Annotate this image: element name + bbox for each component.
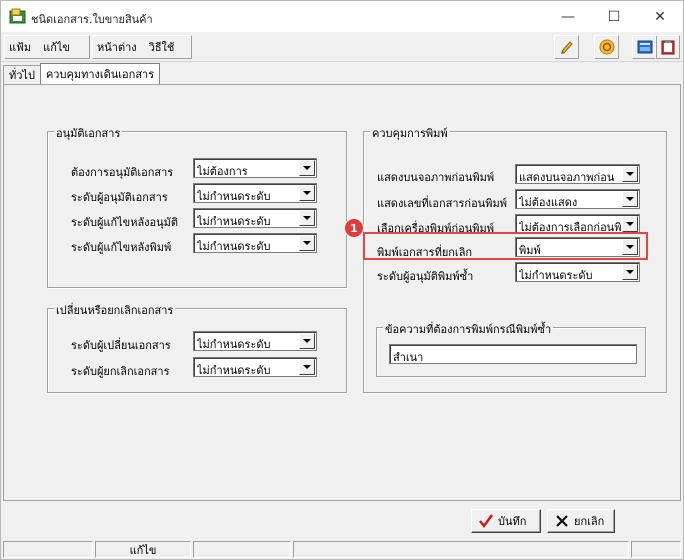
calculator-button[interactable] — [632, 35, 657, 59]
approval-required-select[interactable]: ไม่ต้องการ — [193, 158, 317, 178]
chevron-down-icon[interactable] — [299, 235, 315, 251]
close-button[interactable]: ✕ — [637, 1, 683, 32]
menu-file[interactable]: แฟ้ม — [5, 38, 37, 56]
reprint-text-input[interactable]: สำเนา — [389, 344, 637, 364]
calculator-icon — [637, 40, 652, 54]
reprint-approver-label: ระดับผู้อนุมัติพิมพ์ซ้ำ — [377, 270, 474, 283]
show-docno-select[interactable]: ไม่ต้องแสดง — [515, 189, 640, 209]
chevron-down-icon[interactable] — [299, 185, 315, 201]
status-mode: แก้ไข — [95, 541, 191, 558]
step-badge: 1 — [344, 218, 364, 238]
edit-after-print-label: ระดับผู้แก้ไขหลังพิมพ์ — [71, 241, 172, 254]
chevron-down-icon[interactable] — [622, 166, 638, 182]
minimize-button[interactable]: — — [545, 1, 591, 32]
clipboard-button[interactable] — [655, 35, 680, 59]
maximize-icon: ☐ — [607, 8, 621, 25]
preview-before-print-label: แสดงบนจอภาพก่อนพิมพ์ — [377, 171, 495, 184]
chevron-down-icon[interactable] — [622, 191, 638, 207]
preview-before-print-select[interactable]: แสดงบนจอภาพก่อน — [515, 164, 640, 184]
status-cell-1 — [3, 541, 93, 558]
menu-edit[interactable]: แก้ไข — [37, 38, 76, 56]
chevron-down-icon[interactable] — [299, 359, 315, 375]
maximize-button[interactable]: ☐ — [591, 1, 637, 32]
status-cell-5 — [631, 541, 681, 558]
chevron-down-icon[interactable] — [299, 160, 315, 176]
cancel-label: ยกเลิก — [574, 515, 605, 528]
menu-window[interactable]: หน้าต่าง — [93, 38, 143, 56]
change-level-select[interactable]: ไม่กำหนดระดับ — [193, 331, 317, 351]
status-cell-3 — [193, 541, 291, 558]
change-cancel-title: เปลี่ยนหรือยกเลิกเอกสาร — [54, 301, 176, 319]
tab-document-flow[interactable]: ควบคุมทางเดินเอกสาร — [39, 63, 161, 84]
approver-level-select[interactable]: ไม่กำหนดระดับ — [193, 183, 317, 203]
print-control-title: ควบคุมการพิมพ์ — [370, 124, 450, 142]
chevron-down-icon[interactable] — [299, 333, 315, 349]
tab-general[interactable]: ทั่วไป — [3, 65, 41, 84]
window-title: ชนิดเอกสาร.ใบขายสินค้า — [31, 13, 153, 26]
chevron-down-icon[interactable] — [622, 264, 638, 280]
checkmark-icon — [478, 513, 494, 529]
cancel-level-select[interactable]: ไม่กำหนดระดับ — [193, 357, 317, 377]
menu-group-main: แฟ้ม แก้ไข — [4, 35, 90, 59]
phone-icon — [560, 41, 573, 54]
minimize-icon: — — [561, 8, 575, 25]
close-icon: ✕ — [654, 8, 666, 25]
choose-printer-select[interactable]: ไม่ต้องการเลือกก่อนพิ — [515, 214, 640, 234]
edit-after-print-select[interactable]: ไม่กำหนดระดับ — [193, 233, 317, 253]
refresh-button[interactable] — [594, 35, 619, 59]
reprint-text-title: ข้อความที่ต้องการพิมพ์กรณีพิมพ์ซ้ำ — [383, 320, 554, 338]
approve-document-title: อนุมัติเอกสาร — [54, 124, 123, 142]
tab-strip: ทั่วไป ควบคุมทางเดินเอกสาร — [3, 63, 161, 85]
refresh-icon — [599, 39, 614, 55]
cancel-button[interactable]: ยกเลิก — [547, 509, 615, 533]
x-mark-icon — [554, 513, 570, 529]
edit-after-approve-label: ระดับผู้แก้ไขหลังอนุมัติ — [71, 216, 179, 229]
main-window: ชนิดเอกสาร.ใบขายสินค้า — ☐ ✕ แฟ้ม แก้ไข … — [0, 0, 684, 560]
show-docno-label: แสดงเลขที่เอกสารก่อนพิมพ์ — [377, 197, 507, 210]
chevron-down-icon[interactable] — [622, 216, 638, 232]
approval-required-label: ต้องการอนุมัติเอกสาร — [71, 166, 174, 179]
menu-help[interactable]: วิธีใช้ — [143, 38, 181, 56]
save-button[interactable]: บันทึก — [471, 509, 541, 533]
reprint-approver-select[interactable]: ไม่กำหนดระดับ — [515, 262, 640, 282]
save-label: บันทึก — [498, 515, 527, 528]
app-icon — [9, 8, 26, 24]
chevron-down-icon[interactable] — [299, 210, 315, 226]
menu-toolbar: แฟ้ม แก้ไข หน้าต่าง วิธีใช้ — [1, 32, 683, 62]
clipboard-icon — [661, 40, 674, 55]
status-cell-4 — [293, 541, 629, 558]
highlight-annotation — [363, 232, 648, 260]
approver-level-label: ระดับผู้อนุมัติเอกสาร — [71, 191, 168, 204]
status-bar: แก้ไข — [1, 539, 683, 559]
edit-after-approve-select[interactable]: ไม่กำหนดระดับ — [193, 208, 317, 228]
menu-group-secondary: หน้าต่าง วิธีใช้ — [92, 35, 192, 59]
title-bar: ชนิดเอกสาร.ใบขายสินค้า — ☐ ✕ — [1, 1, 683, 32]
change-level-label: ระดับผู้เปลี่ยนเอกสาร — [71, 339, 171, 352]
phone-button[interactable] — [554, 35, 579, 59]
cancel-level-label: ระดับผู้ยกเลิกเอกสาร — [71, 365, 170, 378]
